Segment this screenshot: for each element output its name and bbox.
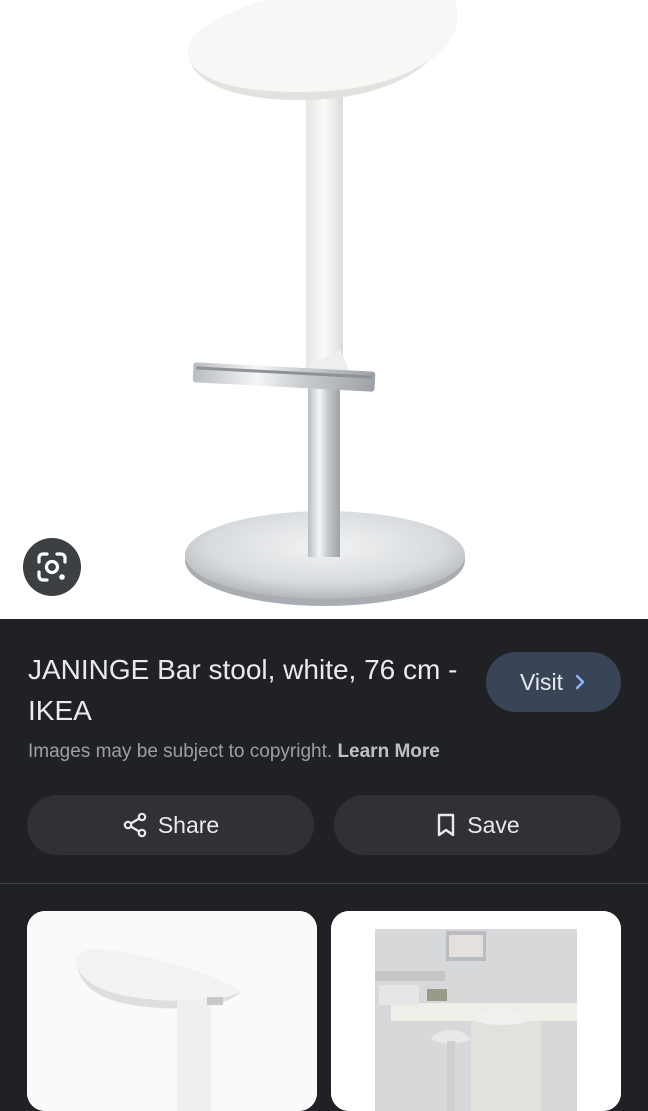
learn-more-link[interactable]: Learn More xyxy=(337,741,439,762)
copyright-notice: Images may be subject to copyright. Lear… xyxy=(28,741,440,763)
bar-stool-thumbnail-image xyxy=(27,911,317,1111)
share-icon xyxy=(123,812,147,838)
google-lens-icon xyxy=(37,552,67,582)
related-image-thumbnail[interactable] xyxy=(331,911,621,1111)
copyright-text: Images may be subject to copyright. xyxy=(28,741,333,762)
share-label: Share xyxy=(157,811,220,838)
bar-stool-image xyxy=(185,0,465,606)
save-button[interactable]: Save xyxy=(334,795,621,855)
visit-button[interactable]: Visit xyxy=(486,652,621,712)
visit-label: Visit xyxy=(519,668,564,695)
result-panel: JANINGE Bar stool, white, 76 cm - IKEA V… xyxy=(0,619,648,1111)
google-lens-button[interactable] xyxy=(23,538,81,596)
save-label: Save xyxy=(467,811,520,838)
chevron-right-icon xyxy=(575,674,585,690)
bookmark-icon xyxy=(438,813,455,837)
result-title: JANINGE Bar stool, white, 76 cm - IKEA xyxy=(28,654,458,726)
kitchen-scene-thumbnail-image xyxy=(331,911,621,1111)
divider xyxy=(0,883,648,884)
related-image-thumbnail[interactable] xyxy=(27,911,317,1111)
product-image[interactable] xyxy=(0,0,648,619)
share-button[interactable]: Share xyxy=(27,795,314,855)
